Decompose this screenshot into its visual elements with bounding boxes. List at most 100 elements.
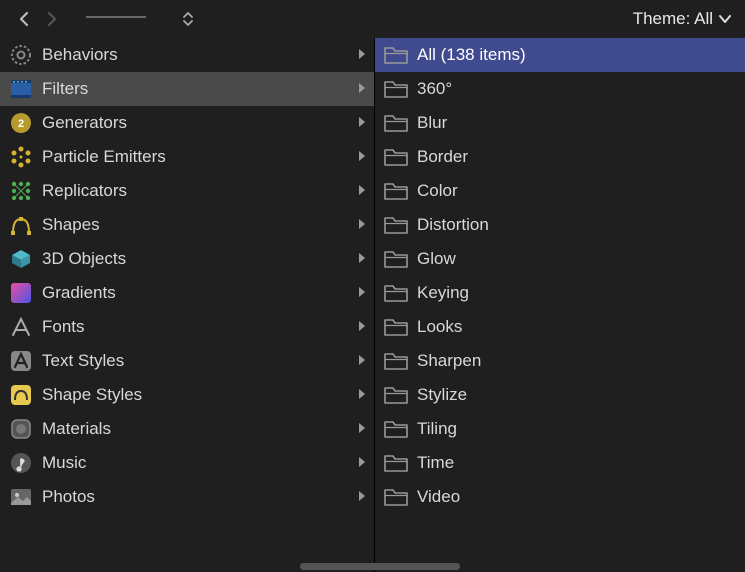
chevron-right-icon [358,150,366,165]
category-row-music[interactable]: Music [0,446,374,480]
subcategory-label: Glow [417,249,737,269]
chevron-right-icon [358,320,366,335]
particle-icon [8,144,34,170]
subcategory-label: Video [417,487,737,507]
subcategory-row-keying[interactable]: Keying [375,276,745,310]
chevron-right-icon [358,252,366,267]
subcategory-row-blur[interactable]: Blur [375,106,745,140]
subcategory-row-video[interactable]: Video [375,480,745,514]
subcategory-label: Looks [417,317,737,337]
replicator-icon [8,178,34,204]
generator-icon: 2 [8,110,34,136]
chevron-right-icon [358,218,366,233]
path-stepper[interactable] [182,10,194,28]
category-label: Photos [42,487,350,507]
subcategory-label: Stylize [417,385,737,405]
folder-icon [383,76,409,102]
subcategory-row-tiling[interactable]: Tiling [375,412,745,446]
subcategory-row-360[interactable]: 360° [375,72,745,106]
category-row-photos[interactable]: Photos [0,480,374,514]
chevron-right-icon [358,82,366,97]
folder-icon [383,314,409,340]
folder-icon [383,348,409,374]
filmstrip-icon [8,76,34,102]
category-label: Particle Emitters [42,147,350,167]
category-row-shape-styles[interactable]: Shape Styles [0,378,374,412]
photos-icon [8,484,34,510]
folder-icon [383,484,409,510]
chevron-right-icon [358,48,366,63]
gear-icon [8,42,34,68]
theme-label: Theme: All [633,9,713,29]
category-label: Text Styles [42,351,350,371]
folder-icon [383,416,409,442]
category-row-materials[interactable]: Materials [0,412,374,446]
folder-icon [383,144,409,170]
toolbar: Theme: All [0,0,745,38]
subcategory-label: Blur [417,113,737,133]
folder-icon [383,178,409,204]
horizontal-scrollbar[interactable] [300,563,460,570]
category-label: Shapes [42,215,350,235]
category-label: Generators [42,113,350,133]
category-row-replicators[interactable]: Replicators [0,174,374,208]
category-row-text-styles[interactable]: Text Styles [0,344,374,378]
chevron-right-icon [358,184,366,199]
subcategory-row-stylize[interactable]: Stylize [375,378,745,412]
chevron-down-icon [719,14,731,24]
subcategory-label: 360° [417,79,737,99]
folder-icon [383,382,409,408]
subcategory-label: Keying [417,283,737,303]
category-row-generators[interactable]: 2 Generators [0,106,374,140]
path-indicator [86,16,146,22]
subcategory-row-all[interactable]: All (138 items) [375,38,745,72]
category-label: Fonts [42,317,350,337]
category-label: Music [42,453,350,473]
subcategory-row-looks[interactable]: Looks [375,310,745,344]
folder-icon [383,110,409,136]
font-outline-icon [8,314,34,340]
chevron-right-icon [358,422,366,437]
subcategory-column: All (138 items) 360° Blur Border Color D… [375,38,745,572]
subcategory-row-time[interactable]: Time [375,446,745,480]
chevron-right-icon [358,286,366,301]
category-row-particle-emitters[interactable]: Particle Emitters [0,140,374,174]
category-row-gradients[interactable]: Gradients [0,276,374,310]
theme-dropdown[interactable]: Theme: All [633,9,735,29]
category-label: Gradients [42,283,350,303]
chevron-right-icon [358,354,366,369]
category-row-filters[interactable]: Filters [0,72,374,106]
folder-icon [383,450,409,476]
nav-forward-button[interactable] [38,5,66,33]
font-solid-icon [8,348,34,374]
subcategory-label: Time [417,453,737,473]
shape-style-icon [8,382,34,408]
subcategory-label: Distortion [417,215,737,235]
subcategory-label: All (138 items) [417,45,737,65]
chevron-right-icon [358,388,366,403]
category-label: Filters [42,79,350,99]
subcategory-row-distortion[interactable]: Distortion [375,208,745,242]
category-row-shapes[interactable]: Shapes [0,208,374,242]
subcategory-label: Color [417,181,737,201]
category-label: Behaviors [42,45,350,65]
nav-back-button[interactable] [10,5,38,33]
folder-icon [383,42,409,68]
subcategory-row-border[interactable]: Border [375,140,745,174]
category-row-3d-objects[interactable]: 3D Objects [0,242,374,276]
gradient-icon [8,280,34,306]
category-label: 3D Objects [42,249,350,269]
subcategory-row-color[interactable]: Color [375,174,745,208]
svg-text:2: 2 [18,118,24,130]
category-row-behaviors[interactable]: Behaviors [0,38,374,72]
subcategory-label: Tiling [417,419,737,439]
chevron-right-icon [358,456,366,471]
category-row-fonts[interactable]: Fonts [0,310,374,344]
folder-icon [383,246,409,272]
subcategory-row-sharpen[interactable]: Sharpen [375,344,745,378]
folder-icon [383,212,409,238]
category-label: Materials [42,419,350,439]
subcategory-row-glow[interactable]: Glow [375,242,745,276]
folder-icon [383,280,409,306]
cube-icon [8,246,34,272]
